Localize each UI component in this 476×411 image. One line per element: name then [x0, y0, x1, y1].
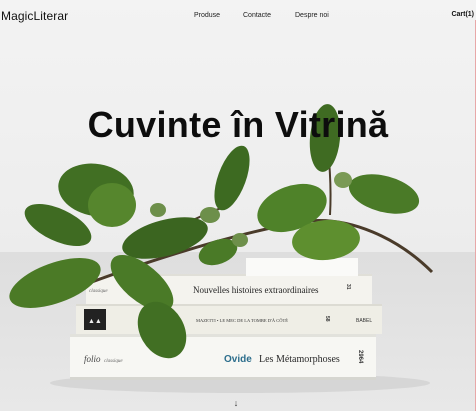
book-middle-publisher: BABEL	[356, 318, 372, 324]
book-bottom-mark: 2964	[357, 350, 363, 364]
arrow-down-icon[interactable]: ↓	[230, 398, 242, 410]
nav-link-despre-noi[interactable]: Despre noi	[295, 12, 329, 19]
book-top-edition: classique	[89, 289, 108, 294]
brand-logo[interactable]: MagicLiterar	[1, 9, 68, 23]
book-bottom-edition: classique	[104, 359, 123, 364]
top-navigation: MagicLiterar Produse Contacte Despre noi…	[0, 0, 476, 30]
book-bottom-author: Ovide	[224, 354, 252, 365]
book-bottom-publisher: folio	[84, 354, 101, 364]
book-middle-title: MAZETTI • LE MEC DE LA TOMBE D'À CÔTÉ	[196, 318, 288, 323]
book-middle-mark: 58	[324, 316, 330, 322]
book-middle: ▲▲ MAZETTI • LE MEC DE LA TOMBE D'À CÔTÉ…	[76, 304, 382, 334]
hero-title: Cuvinte în Vitrină	[87, 104, 389, 146]
book-bottom: folio classique Ovide Les Métamorphoses …	[70, 334, 376, 380]
book-top-mark: 31	[345, 284, 351, 290]
book-top-title: Nouvelles histoires extraordinaires	[193, 285, 319, 295]
books-photo: folio classique Ovide Les Métamorphoses …	[9, 104, 434, 393]
hero-section: folio classique Ovide Les Métamorphoses …	[0, 0, 476, 411]
cart-link[interactable]: Cart(1)	[451, 11, 474, 18]
book-bottom-title: Les Métamorphoses	[259, 354, 340, 365]
nav-link-contacte[interactable]: Contacte	[243, 12, 271, 19]
nav-link-produse[interactable]: Produse	[194, 12, 220, 19]
svg-text:▲▲: ▲▲	[88, 318, 102, 325]
